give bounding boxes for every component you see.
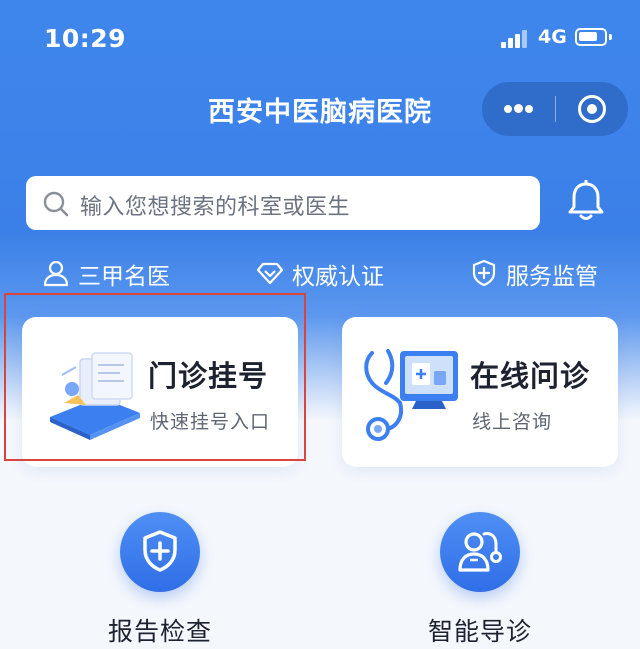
diamond-icon	[256, 262, 284, 285]
feature-label: 三甲名医	[78, 264, 170, 290]
doctor-icon	[43, 260, 69, 287]
search-bar[interactable]: 输入您想搜索的科室或医生	[26, 176, 540, 230]
smart-guide-label: 智能导诊	[427, 617, 532, 646]
network-type: 4G	[538, 26, 567, 48]
report-check-button[interactable]	[120, 512, 200, 592]
card-outpatient-registration[interactable]: 门诊挂号 快速挂号入口	[22, 317, 298, 467]
card-subtitle: 快速挂号入口	[150, 411, 271, 433]
feature-label: 权威认证	[292, 264, 384, 290]
feature-doctor: 三甲名医	[42, 257, 182, 290]
battery-icon	[575, 28, 612, 46]
stethoscope-monitor-illustration	[364, 349, 458, 441]
smart-guide-button[interactable]	[440, 512, 520, 592]
search-input[interactable]: 输入您想搜索的科室或医生	[80, 189, 350, 221]
more-button[interactable]	[482, 82, 554, 136]
search-icon	[43, 191, 69, 217]
close-button[interactable]	[556, 82, 628, 136]
report-check-label: 报告检查	[107, 617, 212, 646]
status-time: 10:29	[44, 24, 127, 53]
shield-plus-icon	[143, 530, 177, 572]
doctor-stethoscope-icon	[458, 532, 502, 572]
feature-supervision: 服务监管	[470, 257, 610, 290]
feature-certified: 权威认证	[256, 257, 396, 290]
registration-illustration	[50, 352, 140, 440]
card-title: 在线问诊	[470, 359, 591, 393]
shield-plus-icon	[472, 259, 496, 287]
miniprogram-capsule	[482, 82, 628, 136]
feature-label: 服务监管	[506, 264, 598, 290]
card-subtitle: 线上咨询	[472, 411, 553, 433]
card-online-consultation[interactable]: 在线问诊 线上咨询	[342, 317, 618, 467]
signal-icon	[501, 28, 531, 48]
card-title: 门诊挂号	[148, 359, 269, 393]
bell-icon[interactable]	[566, 180, 606, 224]
